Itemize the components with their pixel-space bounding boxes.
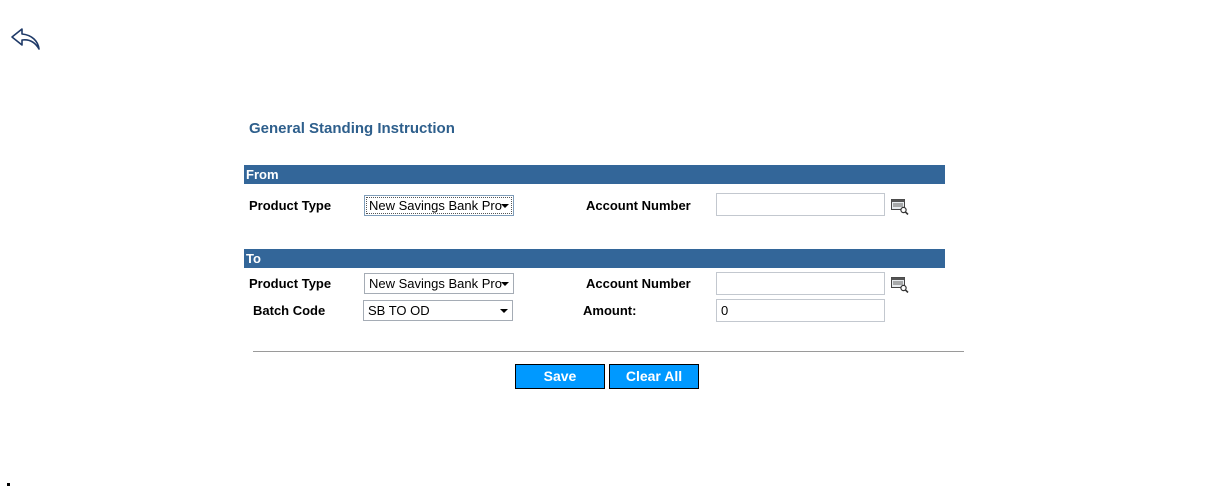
from-product-type-label: Product Type [249, 198, 332, 213]
chevron-down-icon [500, 309, 508, 313]
batch-code-label: Batch Code [253, 303, 326, 318]
form-divider [253, 351, 964, 352]
to-product-type-select[interactable]: New Savings Bank Pro [364, 273, 514, 294]
chevron-down-icon [501, 204, 509, 208]
amount-label: Amount: [583, 303, 637, 318]
account-lookup-icon [891, 199, 909, 216]
from-product-type-value: New Savings Bank Pro [369, 198, 502, 213]
back-button[interactable] [9, 27, 43, 53]
status-marker [7, 483, 10, 486]
page-title: General Standing Instruction [249, 120, 455, 137]
chevron-down-icon [501, 282, 509, 286]
save-button[interactable]: Save [515, 364, 605, 389]
to-product-type-label: Product Type [249, 276, 332, 291]
clear-all-button[interactable]: Clear All [609, 364, 699, 389]
batch-code-select[interactable]: SB TO OD [363, 300, 513, 321]
from-account-lookup-button[interactable] [891, 199, 909, 216]
account-lookup-icon [891, 277, 909, 294]
from-account-number-label: Account Number [586, 198, 691, 213]
to-account-number-label: Account Number [586, 276, 691, 291]
from-section-header: From [244, 165, 945, 184]
from-product-type-select[interactable]: New Savings Bank Pro [364, 195, 514, 216]
back-arrow-icon [11, 28, 40, 50]
to-account-number-input[interactable] [716, 272, 885, 295]
to-section-header: To [244, 249, 945, 268]
batch-code-value: SB TO OD [368, 303, 430, 318]
to-account-lookup-button[interactable] [891, 277, 909, 294]
to-product-type-value: New Savings Bank Pro [369, 276, 502, 291]
from-account-number-input[interactable] [716, 193, 885, 216]
amount-input[interactable] [716, 299, 885, 322]
